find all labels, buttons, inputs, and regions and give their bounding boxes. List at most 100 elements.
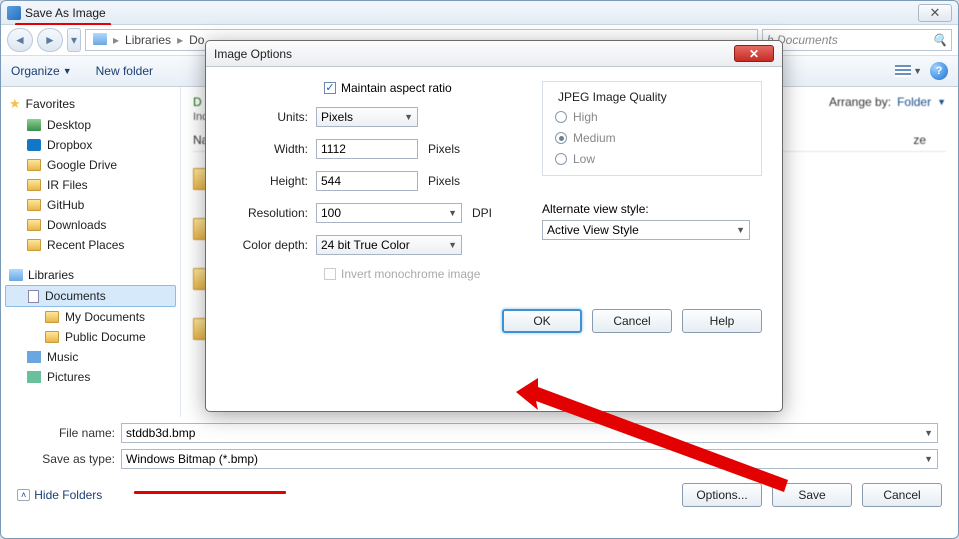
nav-back-button[interactable]: ◄ [7, 28, 33, 52]
jpeg-quality-legend: JPEG Image Quality [555, 90, 670, 104]
sidebar-item-google-drive[interactable]: Google Drive [5, 155, 176, 175]
dialog-titlebar: Image Options ✕ [206, 41, 782, 67]
nav-forward-button[interactable]: ► [37, 28, 63, 52]
sidebar-item-label: Google Drive [47, 158, 117, 172]
arrange-by[interactable]: Arrange by: Folder ▼ [829, 95, 946, 109]
sidebar-item-pictures[interactable]: Pictures [5, 367, 176, 387]
ok-button[interactable]: OK [502, 309, 582, 333]
nav-history-button[interactable]: ▾ [67, 28, 81, 52]
jpeg-quality-fieldset: JPEG Image Quality High Medium Low [542, 81, 762, 176]
height-label: Height: [226, 174, 316, 188]
drop-icon [27, 139, 41, 151]
sidebar-item-label: Downloads [47, 218, 106, 232]
save-type-combo[interactable]: Windows Bitmap (*.bmp)▼ [121, 449, 938, 469]
sidebar-item-downloads[interactable]: Downloads [5, 215, 176, 235]
sidebar-item-label: My Documents [65, 310, 145, 324]
sidebar-item-label: GitHub [47, 198, 84, 212]
sidebar-item-label: Public Docume [65, 330, 146, 344]
jpeg-low-radio: Low [555, 152, 749, 166]
sidebar-item-label: Recent Places [47, 238, 124, 252]
music-icon [27, 351, 41, 363]
maintain-aspect-checkbox[interactable]: ✓ [324, 82, 336, 94]
chevron-right-icon: ▸ [174, 33, 186, 47]
image-options-dialog: Image Options ✕ ✓ Maintain aspect ratio … [205, 40, 783, 412]
dialog-cancel-button[interactable]: Cancel [592, 309, 672, 333]
chevron-down-icon: ▼ [448, 208, 457, 218]
chevron-down-icon: ▼ [913, 66, 922, 76]
annotation-redline-savetype [134, 491, 286, 494]
folder-icon [27, 199, 41, 211]
window-title: Save As Image [25, 6, 915, 20]
chevron-down-icon: ▼ [63, 66, 72, 76]
chevron-right-icon: ▸ [110, 33, 122, 47]
help-button[interactable]: Help [682, 309, 762, 333]
search-input[interactable]: h Documents 🔍 [762, 29, 952, 51]
help-icon[interactable]: ? [930, 62, 948, 80]
libraries-icon [9, 269, 23, 281]
folder-icon [27, 239, 41, 251]
folder-icon [27, 179, 41, 191]
invert-mono-label: Invert monochrome image [341, 267, 480, 281]
breadcrumb-libraries[interactable]: Libraries [122, 33, 174, 47]
folder-icon [45, 311, 59, 323]
sidebar-item-music[interactable]: Music [5, 347, 176, 367]
cancel-button[interactable]: Cancel [862, 483, 942, 507]
save-type-label: Save as type: [21, 452, 121, 466]
favorites-section[interactable]: ★Favorites [5, 93, 176, 115]
sidebar-item-recent-places[interactable]: Recent Places [5, 235, 176, 255]
view-options-button[interactable]: ▼ [895, 65, 922, 77]
sidebar-item-github[interactable]: GitHub [5, 195, 176, 215]
colordepth-combo[interactable]: 24 bit True Color▼ [316, 235, 462, 255]
units-combo[interactable]: Pixels▼ [316, 107, 418, 127]
units-label: Units: [226, 110, 316, 124]
folder-icon [45, 331, 59, 343]
column-size[interactable]: ze [913, 133, 926, 147]
save-fields: File name: stddb3d.bmp▼ Save as type: Wi… [1, 417, 958, 469]
sidebar-item-label: Pictures [47, 370, 90, 384]
file-name-label: File name: [21, 426, 121, 440]
favorites-list: Desktop Dropbox Google Drive IR Files GitHub… [5, 115, 176, 255]
sidebar-item-public-docume[interactable]: Public Docume [5, 327, 176, 347]
sidebar-item-dropbox[interactable]: Dropbox [5, 135, 176, 155]
chevron-down-icon: ▼ [404, 112, 413, 122]
sidebar-item-label: Music [47, 350, 78, 364]
new-folder-button[interactable]: New folder [96, 64, 153, 78]
resolution-combo[interactable]: 100▼ [316, 203, 462, 223]
options-button[interactable]: Options... [682, 483, 762, 507]
desktop-icon [27, 119, 41, 131]
jpeg-medium-radio: Medium [555, 131, 749, 145]
window-close-button[interactable]: ✕ [918, 4, 952, 22]
hide-folders-button[interactable]: ˄ Hide Folders [17, 488, 102, 502]
breadcrumb-icon [90, 33, 110, 48]
footer: ˄ Hide Folders Options... Save Cancel [1, 475, 958, 515]
sidebar-item-label: Documents [45, 289, 106, 303]
resolution-unit: DPI [472, 206, 492, 220]
sidebar-item-my-documents[interactable]: My Documents [5, 307, 176, 327]
libraries-list: Documents My Documents Public Docume Music P… [5, 285, 176, 387]
alt-view-combo[interactable]: Active View Style▼ [542, 220, 750, 240]
sidebar: ★Favorites Desktop Dropbox Google Drive IR … [1, 87, 181, 417]
alt-view-label: Alternate view style: [542, 202, 762, 216]
sidebar-item-desktop[interactable]: Desktop [5, 115, 176, 135]
width-unit: Pixels [428, 142, 460, 156]
chevron-up-icon: ˄ [17, 489, 30, 501]
libraries-section[interactable]: Libraries [5, 265, 176, 285]
chevron-down-icon: ▼ [448, 240, 457, 250]
dialog-close-button[interactable]: ✕ [734, 45, 774, 62]
sidebar-item-ir-files[interactable]: IR Files [5, 175, 176, 195]
doc-icon [28, 290, 39, 303]
height-input[interactable]: 544 [316, 171, 418, 191]
organize-menu[interactable]: Organize▼ [11, 64, 72, 78]
sidebar-item-documents[interactable]: Documents [5, 285, 176, 307]
save-button[interactable]: Save [772, 483, 852, 507]
sidebar-item-label: IR Files [47, 178, 88, 192]
sidebar-item-label: Desktop [47, 118, 91, 132]
maintain-aspect-label: Maintain aspect ratio [341, 81, 452, 95]
width-input[interactable]: 1112 [316, 139, 418, 159]
content-title: D [193, 95, 202, 109]
file-name-input[interactable]: stddb3d.bmp▼ [121, 423, 938, 443]
invert-mono-checkbox: ✓ [324, 268, 336, 280]
colordepth-label: Color depth: [226, 238, 316, 252]
height-unit: Pixels [428, 174, 460, 188]
sidebar-item-label: Dropbox [47, 138, 92, 152]
